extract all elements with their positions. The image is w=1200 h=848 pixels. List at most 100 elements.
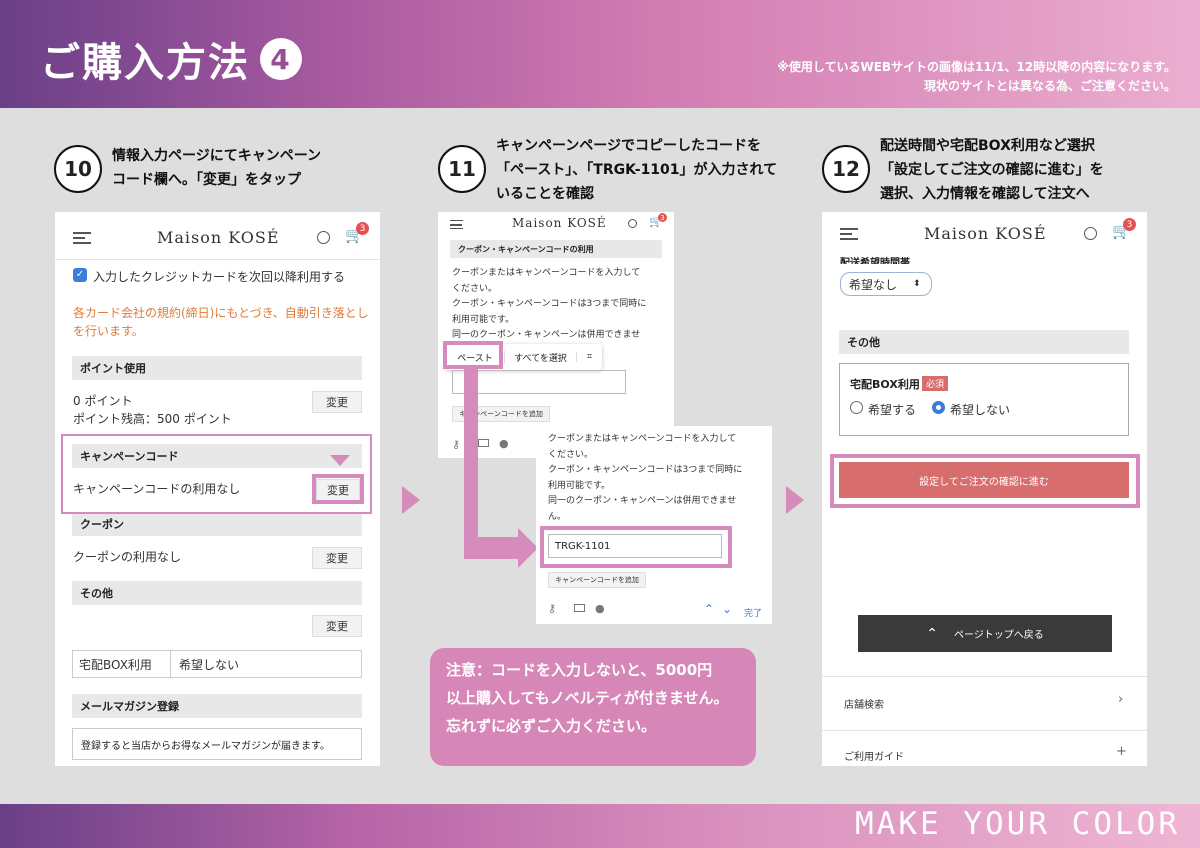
step-10-text: 情報入力ページにてキャンペーン コード欄へ。「変更」をタップ xyxy=(112,144,321,192)
desc-line-4: 利用可能です。 xyxy=(452,314,515,325)
search-icon[interactable] xyxy=(317,231,330,244)
coupon-change-button[interactable]: 変更 xyxy=(312,547,362,569)
card-icon[interactable] xyxy=(478,439,489,447)
scan-icon[interactable]: ⌗ xyxy=(576,352,602,362)
coupon-description-2: クーポンまたはキャンペーンコードを入力して ください。 クーポン・キャンペーンコ… xyxy=(548,432,742,525)
step-12-line-3: 選択、入力情報を確認して注文へ xyxy=(880,186,1090,202)
step-11-text: キャンペーンページでコピーしたコードを 「ペースト」、「TRGK-1101」が入… xyxy=(496,134,777,206)
step-12-text: 配送時間や宅配BOX利用など選択 「設定してご注文の確認に進む」を 選択、入力情… xyxy=(880,134,1104,206)
desc2-line-2: ください。 xyxy=(548,449,594,460)
step-12-line-1: 配送時間や宅配BOX利用など選択 xyxy=(880,138,1095,154)
radio-no-selected[interactable] xyxy=(932,401,945,414)
desc-line-1: クーポンまたはキャンペーンコードを入力して xyxy=(452,268,641,278)
section-points: ポイント使用 xyxy=(72,356,362,380)
search-icon[interactable] xyxy=(628,219,637,228)
chevron-down-icon[interactable]: ⌄ xyxy=(722,602,732,616)
radio-no-label: 希望しない xyxy=(950,403,1011,417)
header-note: ※使用しているWEBサイトの画像は11/1、12時以降の内容になります。 現状の… xyxy=(777,58,1176,96)
phone-screen-2b: クーポンまたはキャンペーンコードを入力して ください。 クーポン・キャンペーンコ… xyxy=(536,426,772,624)
points-balance: ポイント残高：500 ポイント xyxy=(73,412,232,426)
desc-line-3: クーポン・キャンペーンコードは3つまで同時に xyxy=(452,299,647,309)
coupon-value: クーポンの利用なし xyxy=(73,550,182,564)
section-other: その他 xyxy=(72,581,362,605)
site-logo[interactable]: Maison KOSÉ xyxy=(924,224,1047,243)
step-12-circle: 12 xyxy=(822,145,870,193)
box-option-panel: 宅配BOX利用 必須 希望する 希望しない xyxy=(839,363,1129,436)
desc2-line-4: 利用可能です。 xyxy=(548,480,611,491)
menu-icon[interactable] xyxy=(73,232,91,244)
location-icon[interactable]: ● xyxy=(499,437,509,450)
step-10-line-1: 情報入力ページにてキャンペーン xyxy=(112,148,322,164)
box-label: 宅配BOX利用 xyxy=(850,378,920,391)
plus-icon[interactable]: + xyxy=(1116,744,1127,759)
step-11-circle: 11 xyxy=(438,145,486,193)
step-12-line-2: 「設定してご注文の確認に進む」を xyxy=(880,162,1104,178)
step-11-line-2: 「ペースト」、「TRGK-1101」が入力されて xyxy=(496,162,778,178)
menu-icon[interactable] xyxy=(840,228,858,240)
store-search-link[interactable]: 店舗検索 xyxy=(844,696,884,711)
next-arrow-1 xyxy=(402,486,420,514)
desc2-line-3: クーポン・キャンペーンコードは3つまで同時に xyxy=(548,465,743,475)
done-button[interactable]: 完了 xyxy=(744,606,762,619)
notice-line-2: 以上購入してもノベルティが付きません。 xyxy=(446,689,729,707)
card-icon[interactable] xyxy=(574,604,585,612)
chevron-right-icon[interactable]: › xyxy=(1118,692,1123,707)
menu-icon[interactable] xyxy=(450,220,463,229)
cart-badge: 3 xyxy=(1123,218,1136,231)
guide-link[interactable]: ご利用ガイド xyxy=(844,748,904,763)
page-top-button[interactable]: ⌃ ページトップへ戻る xyxy=(858,615,1112,652)
change-highlight xyxy=(312,474,364,504)
select-all-option[interactable]: すべてを選択 xyxy=(504,350,576,364)
site-logo[interactable]: Maison KOSÉ xyxy=(512,216,607,230)
box-value: 希望しない xyxy=(179,657,240,672)
note-line-2: 現状のサイトとは異なる為、ご注意ください。 xyxy=(923,79,1176,93)
key-icon[interactable]: ⚷ xyxy=(452,438,460,451)
flow-arrow-vertical xyxy=(464,369,478,559)
coupon-description: クーポンまたはキャンペーンコードを入力して ください。 クーポン・キャンペーンコ… xyxy=(452,266,646,344)
notice-line-3: 忘れずに必ずご入力ください。 xyxy=(446,717,657,735)
desc2-line-5: 同一のクーポン・キャンペーンは併用できませ xyxy=(548,496,737,506)
paste-highlight xyxy=(443,341,503,369)
other-change-button[interactable]: 変更 xyxy=(312,615,362,637)
note-line-1: ※使用しているWEBサイトの画像は11/1、12時以降の内容になります。 xyxy=(777,60,1176,74)
site-logo[interactable]: Maison KOSÉ xyxy=(157,228,280,247)
title-text: ご購入方法 xyxy=(40,40,250,86)
radio-yes-label: 希望する xyxy=(868,403,917,417)
checkbox-checked[interactable]: ✓ xyxy=(73,268,87,282)
proceed-highlight xyxy=(830,454,1140,508)
step-10-line-2: コード欄へ。「変更」をタップ xyxy=(112,172,301,188)
step-number-badge: 4 xyxy=(260,38,302,80)
location-icon[interactable]: ● xyxy=(595,602,605,615)
flow-arrow-horizontal xyxy=(464,537,520,559)
next-arrow-2 xyxy=(786,486,804,514)
divider xyxy=(822,676,1147,677)
step-10-circle: 10 xyxy=(54,145,102,193)
code-highlight xyxy=(540,526,732,568)
section-coupon: クーポン xyxy=(72,512,362,536)
notice-box: 注意：コードを入力しないと、5000円 以上購入してもノベルティが付きません。 … xyxy=(430,648,756,766)
divider xyxy=(822,730,1147,731)
divider xyxy=(55,259,380,260)
notice-line-1: 注意：コードを入力しないと、5000円 xyxy=(446,661,713,679)
cart-badge: 3 xyxy=(356,222,369,235)
delivery-select[interactable]: 希望なし ⬍ xyxy=(840,272,932,296)
card-notice-line-1: 各カード会社の規約(締日)にもとづき、自動引き落とし xyxy=(73,306,369,320)
flow-arrow-head xyxy=(518,528,538,568)
checkbox-label: 入力したクレジットカードを次回以降利用する xyxy=(93,270,346,284)
step-11-line-3: いることを確認 xyxy=(496,186,594,202)
points-change-button[interactable]: 変更 xyxy=(312,391,362,413)
card-notice-line-2: を行います。 xyxy=(73,324,144,338)
footer-brand: MAKE YOUR COLOR xyxy=(855,806,1180,842)
radio-yes[interactable] xyxy=(850,401,863,414)
search-icon[interactable] xyxy=(1084,227,1097,240)
delivery-label: 配送希望時間帯 xyxy=(840,258,910,264)
add-code-button-2[interactable]: キャンペーンコードを追加 xyxy=(548,572,646,588)
code-input[interactable] xyxy=(452,370,626,394)
chevron-up-icon[interactable]: ⌃ xyxy=(704,602,714,616)
section-coupon-campaign: クーポン・キャンペーンコードの利用 xyxy=(450,240,662,258)
key-icon[interactable]: ⚷ xyxy=(548,602,556,615)
select-arrows-icon: ⬍ xyxy=(913,279,921,289)
box-label: 宅配BOX利用 xyxy=(73,651,171,677)
section-other: その他 xyxy=(839,330,1129,354)
step-11-line-1: キャンペーンページでコピーしたコードを xyxy=(496,138,762,154)
